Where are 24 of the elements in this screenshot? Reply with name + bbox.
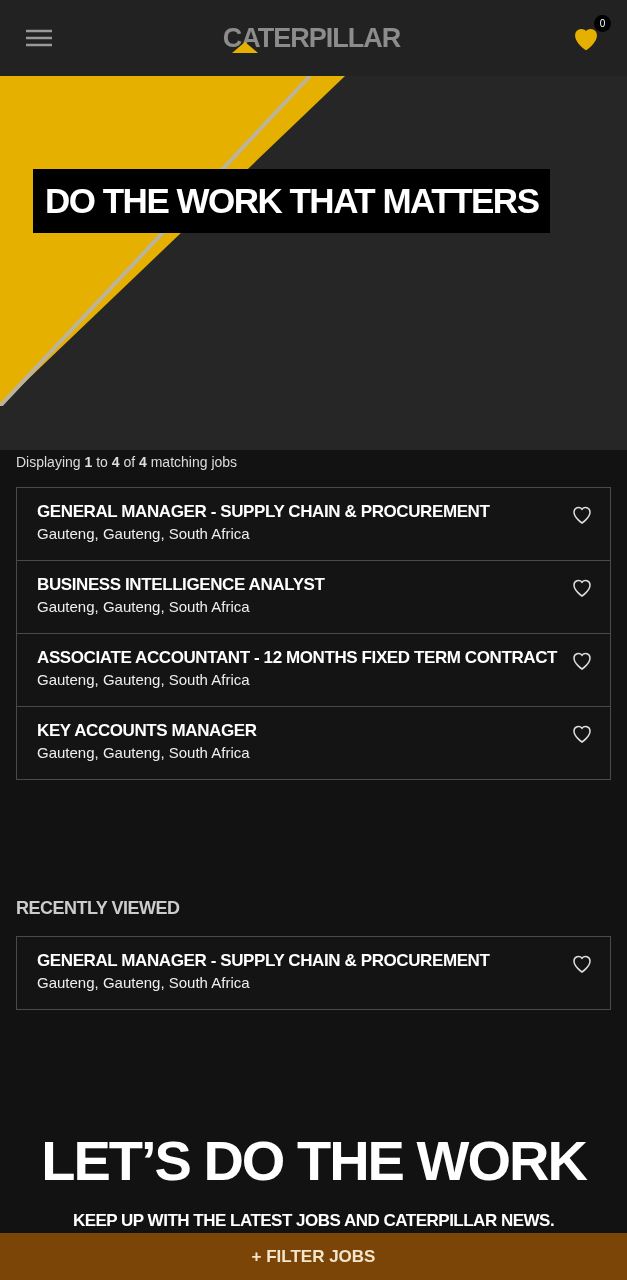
job-card[interactable]: GENERAL MANAGER - SUPPLY CHAIN & PROCUREMENT Gauteng, Gauteng, South Africa [16,487,611,561]
job-location: Gauteng, Gauteng, South Africa [37,525,251,542]
job-title[interactable]: KEY ACCOUNTS MANAGER [37,721,257,741]
favorites-count: 0 [594,15,611,32]
job-title[interactable]: GENERAL MANAGER - SUPPLY CHAIN & PROCUREMENT [37,951,490,971]
logo[interactable]: CATERPILLAR [222,21,401,55]
job-card[interactable]: ASSOCIATE ACCOUNTANT - 12 MONTHS FIXED TERM CONTRACT Gauteng, Gauteng, South Africa [16,633,611,707]
filter-jobs-button[interactable]: + FILTER JOBS [0,1233,627,1280]
results-summary: Displaying 1 to 4 of 4 matching jobs [15,453,239,472]
job-location: Gauteng, Gauteng, South Africa [37,744,251,761]
job-card[interactable]: GENERAL MANAGER - SUPPLY CHAIN & PROCUREMENT Gauteng, Gauteng, South Africa [16,936,611,1010]
hero-headline: DO THE WORK THAT MATTERS [33,169,551,233]
job-title[interactable]: GENERAL MANAGER - SUPPLY CHAIN & PROCUREMENT [37,502,490,522]
job-location: Gauteng, Gauteng, South Africa [37,974,251,991]
job-location: Gauteng, Gauteng, South Africa [37,671,251,688]
job-card[interactable]: BUSINESS INTELLIGENCE ANALYST Gauteng, Gauteng, South Africa [16,560,611,634]
job-location: Gauteng, Gauteng, South Africa [37,598,251,615]
job-title[interactable]: BUSINESS INTELLIGENCE ANALYST [37,575,325,595]
promo-heading: LET’S DO THE WORK [41,1128,586,1193]
menu-icon[interactable] [26,29,52,47]
job-card[interactable]: KEY ACCOUNTS MANAGER Gauteng, Gauteng, South Africa [16,706,611,780]
job-title[interactable]: ASSOCIATE ACCOUNTANT - 12 MONTHS FIXED TERM CONTRACT [37,648,558,668]
promo-subheading: KEEP UP WITH THE LATEST JOBS AND CATERPILLAR NEWS. [72,1211,555,1231]
section-heading: RECENTLY VIEWED [16,898,181,919]
